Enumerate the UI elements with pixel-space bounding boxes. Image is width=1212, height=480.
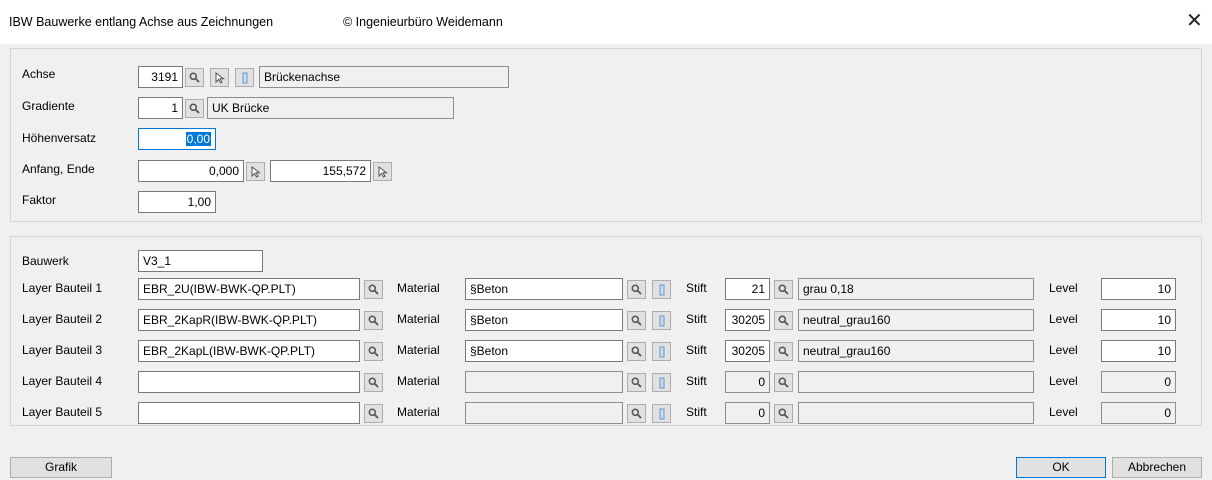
- material-2-field[interactable]: §Beton: [465, 309, 623, 331]
- level-label: Level: [1049, 374, 1078, 388]
- stift-2-name-field: neutral_grau160: [798, 309, 1034, 331]
- bauwerk-field[interactable]: V3_1: [138, 250, 263, 272]
- layer-bauteil-2-label: Layer Bauteil 2: [22, 312, 103, 326]
- material-4-search-icon[interactable]: [627, 373, 646, 392]
- window-copyright: © Ingenieurbüro Weidemann: [343, 15, 503, 29]
- achse-pick-cursor-icon[interactable]: [210, 68, 229, 87]
- layer-bauteil-5-field[interactable]: [138, 402, 360, 424]
- stift-1-name-field: grau 0,18: [798, 278, 1034, 300]
- stift-5-search-icon[interactable]: [774, 404, 793, 423]
- material-3-info-icon[interactable]: [652, 342, 671, 361]
- stift-5-name-field: [798, 402, 1034, 424]
- anfang-field[interactable]: 0,000: [138, 160, 244, 182]
- stift-2-field[interactable]: 30205: [725, 309, 770, 331]
- layer-bauteil-2-search-icon[interactable]: [364, 311, 383, 330]
- stift-1-search-icon[interactable]: [774, 280, 793, 299]
- layer-bauteil-1-field[interactable]: EBR_2U(IBW-BWK-QP.PLT): [138, 278, 360, 300]
- faktor-field[interactable]: 1,00: [138, 191, 216, 213]
- close-icon[interactable]: ✕: [1186, 11, 1203, 31]
- abbrechen-button[interactable]: Abbrechen: [1112, 457, 1202, 478]
- material-4-info-icon[interactable]: [652, 373, 671, 392]
- level-4-field[interactable]: 0: [1101, 371, 1176, 393]
- stift-2-search-icon[interactable]: [774, 311, 793, 330]
- stift-4-search-icon[interactable]: [774, 373, 793, 392]
- stift-label: Stift: [686, 343, 707, 357]
- ende-field[interactable]: 155,572: [270, 160, 371, 182]
- material-label: Material: [397, 312, 440, 326]
- material-1-field[interactable]: §Beton: [465, 278, 623, 300]
- level-2-field[interactable]: 10: [1101, 309, 1176, 331]
- ende-pick-cursor-icon[interactable]: [373, 162, 392, 181]
- window-title: IBW Bauwerke entlang Achse aus Zeichnung…: [9, 15, 274, 29]
- gradiente-label: Gradiente: [22, 99, 75, 113]
- stift-4-field[interactable]: 0: [725, 371, 770, 393]
- level-label: Level: [1049, 343, 1078, 357]
- achse-info-icon[interactable]: [235, 68, 254, 87]
- layer-bauteil-3-label: Layer Bauteil 3: [22, 343, 103, 357]
- ok-button[interactable]: OK: [1016, 457, 1106, 478]
- material-4-field[interactable]: [465, 371, 623, 393]
- stift-label: Stift: [686, 374, 707, 388]
- material-label: Material: [397, 374, 440, 388]
- stift-3-search-icon[interactable]: [774, 342, 793, 361]
- stift-4-name-field: [798, 371, 1034, 393]
- gradiente-name-field: UK Brücke: [207, 97, 454, 119]
- layer-bauteil-5-label: Layer Bauteil 5: [22, 405, 103, 419]
- faktor-label: Faktor: [22, 193, 57, 207]
- layer-bauteil-4-field[interactable]: [138, 371, 360, 393]
- level-label: Level: [1049, 405, 1078, 419]
- level-3-field[interactable]: 10: [1101, 340, 1176, 362]
- stift-label: Stift: [686, 312, 707, 326]
- material-label: Material: [397, 405, 440, 419]
- hoehenversatz-field[interactable]: 0,00: [138, 128, 216, 150]
- level-label: Level: [1049, 312, 1078, 326]
- material-3-field[interactable]: §Beton: [465, 340, 623, 362]
- title-bar: IBW Bauwerke entlang Achse aus Zeichnung…: [0, 0, 1212, 44]
- stift-label: Stift: [686, 405, 707, 419]
- achse-name-field: Brückenachse: [259, 66, 509, 88]
- anfang-pick-cursor-icon[interactable]: [246, 162, 265, 181]
- level-1-field[interactable]: 10: [1101, 278, 1176, 300]
- hoehenversatz-label: Höhenversatz: [22, 131, 97, 145]
- stift-1-field[interactable]: 21: [725, 278, 770, 300]
- stift-5-field[interactable]: 0: [725, 402, 770, 424]
- material-2-search-icon[interactable]: [627, 311, 646, 330]
- achse-number-field[interactable]: 3191: [138, 66, 183, 88]
- layer-bauteil-1-label: Layer Bauteil 1: [22, 281, 103, 295]
- material-2-info-icon[interactable]: [652, 311, 671, 330]
- gradiente-search-icon[interactable]: [185, 99, 204, 118]
- grafik-button[interactable]: Grafik: [10, 457, 112, 478]
- gradiente-number-field[interactable]: 1: [138, 97, 183, 119]
- layer-bauteil-3-search-icon[interactable]: [364, 342, 383, 361]
- bauwerk-label: Bauwerk: [22, 254, 69, 268]
- anfang-ende-label: Anfang, Ende: [22, 162, 95, 176]
- material-3-search-icon[interactable]: [627, 342, 646, 361]
- level-5-field[interactable]: 0: [1101, 402, 1176, 424]
- layer-bauteil-3-field[interactable]: EBR_2KapL(IBW-BWK-QP.PLT): [138, 340, 360, 362]
- material-1-search-icon[interactable]: [627, 280, 646, 299]
- layer-bauteil-2-field[interactable]: EBR_2KapR(IBW-BWK-QP.PLT): [138, 309, 360, 331]
- material-5-search-icon[interactable]: [627, 404, 646, 423]
- achse-search-icon[interactable]: [185, 68, 204, 87]
- stift-label: Stift: [686, 281, 707, 295]
- material-5-field[interactable]: [465, 402, 623, 424]
- material-label: Material: [397, 343, 440, 357]
- material-1-info-icon[interactable]: [652, 280, 671, 299]
- level-label: Level: [1049, 281, 1078, 295]
- achse-label: Achse: [22, 67, 56, 81]
- hoehenversatz-value: 0,00: [185, 132, 211, 146]
- stift-3-name-field: neutral_grau160: [798, 340, 1034, 362]
- layer-bauteil-1-search-icon[interactable]: [364, 280, 383, 299]
- material-5-info-icon[interactable]: [652, 404, 671, 423]
- layer-bauteil-4-label: Layer Bauteil 4: [22, 374, 103, 388]
- layer-bauteil-5-search-icon[interactable]: [364, 404, 383, 423]
- material-label: Material: [397, 281, 440, 295]
- stift-3-field[interactable]: 30205: [725, 340, 770, 362]
- layer-bauteil-4-search-icon[interactable]: [364, 373, 383, 392]
